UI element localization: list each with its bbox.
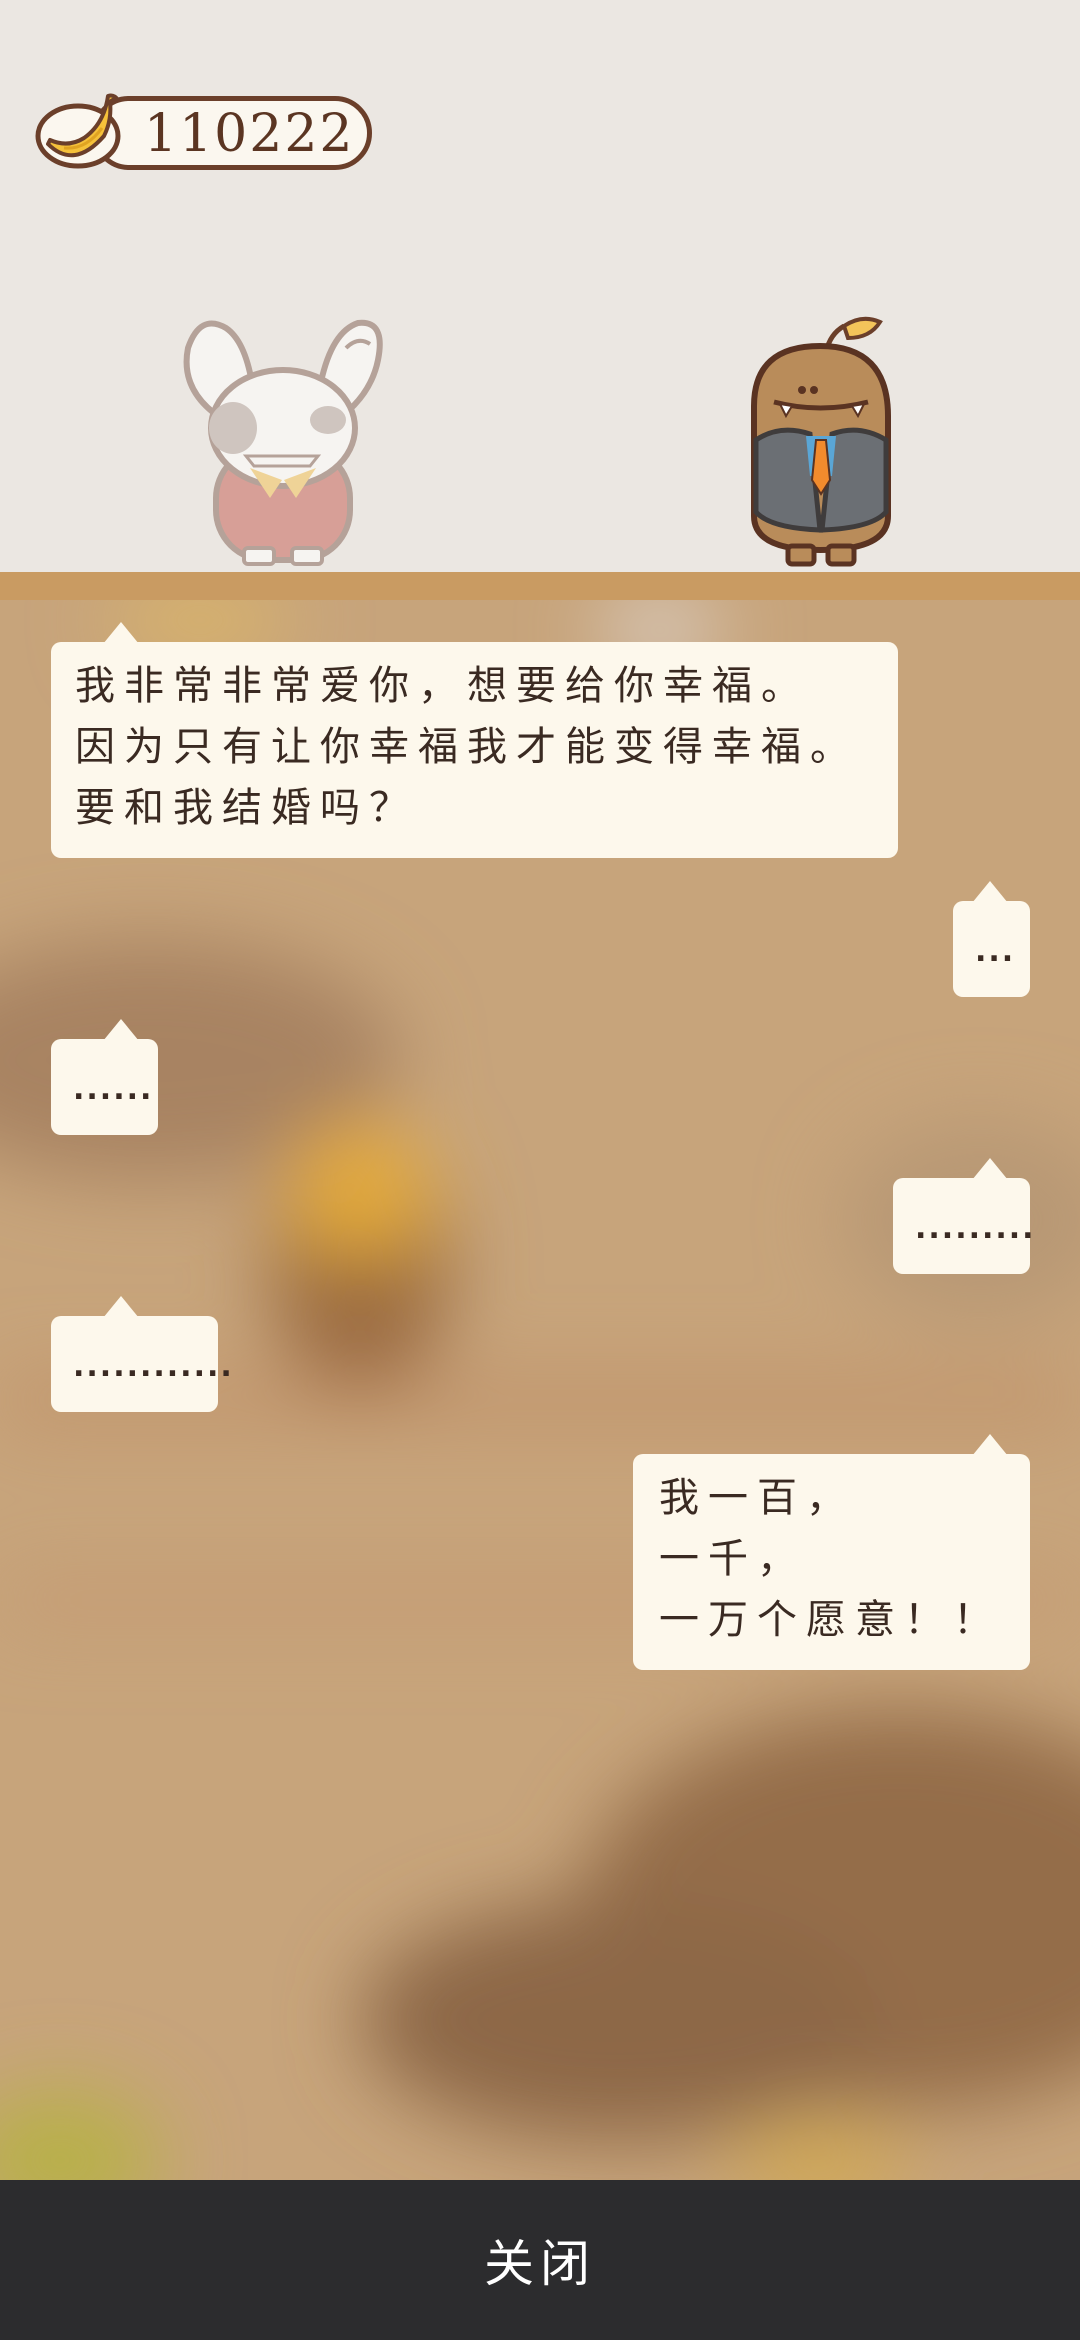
message-line: 一千， — [659, 1536, 806, 1582]
chat-bubble-left: 我非常非常爱你，想要给你幸福。 因为只有让你幸福我才能变得幸福。 要和我结婚吗？ — [51, 622, 898, 858]
close-button[interactable]: 关闭 — [0, 2180, 1080, 2340]
message-text: ......... — [915, 1211, 1036, 1246]
banana-counter: 110222 — [34, 93, 374, 174]
message-line: 一万个愿意！！ — [659, 1597, 1002, 1643]
chat-bubble-right: ... — [953, 881, 1030, 997]
chat-bubble-right: 我一百， 一千， 一万个愿意！！ — [633, 1434, 1030, 1670]
rabbit-character-icon — [183, 319, 383, 566]
message-line: 要和我结婚吗？ — [75, 785, 418, 831]
potato-groom-character-icon — [751, 316, 891, 567]
banana-icon — [35, 93, 121, 169]
chat-area[interactable]: 我非常非常爱你，想要给你幸福。 因为只有让你幸福我才能变得幸福。 要和我结婚吗？… — [0, 600, 1080, 2180]
message-text: ............ — [73, 1349, 234, 1384]
banana-count: 110222 — [144, 104, 355, 164]
message-text: ...... — [73, 1072, 154, 1107]
chat-bubble-left: ...... — [51, 1019, 158, 1135]
message-line: 因为只有让你幸福我才能变得幸福。 — [75, 724, 859, 770]
message-text: ... — [975, 934, 1016, 969]
game-stage: 110222 — [0, 0, 1080, 575]
bottom-bar: 关闭 — [0, 2180, 1080, 2340]
chat-bubble-left: ............ — [51, 1296, 234, 1412]
chat-bubble-right: ......... — [893, 1158, 1036, 1274]
stage-floor — [0, 572, 1080, 600]
message-line: 我一百， — [659, 1475, 855, 1521]
message-line: 我非常非常爱你，想要给你幸福。 — [75, 663, 810, 709]
